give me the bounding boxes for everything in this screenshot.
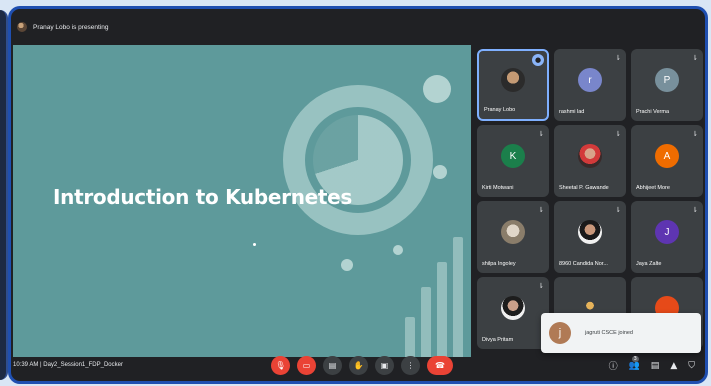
participant-name: Sheetal P. Gawande — [559, 185, 609, 191]
participant-tile[interactable]: ⇂ 8960 Candida Nor... — [554, 201, 626, 273]
slide-decoration-dot — [433, 165, 447, 179]
participant-grid: ● Pranay Lobo r ⇂ rashmi lad P ⇂ Prachi … — [477, 49, 705, 357]
mic-off-icon: ⇂ — [692, 206, 698, 214]
participant-tile[interactable]: A ⇂ Abhijeet More — [631, 125, 703, 197]
bottom-toolbar: 10:39 AM | Day2_Session1_FDP_Docker 🎙 ▭ … — [11, 351, 705, 381]
people-icon[interactable]: 3 👥 — [629, 355, 640, 371]
participant-name: shilpa Ingoley — [482, 261, 516, 267]
pin-icon[interactable]: ● — [532, 54, 544, 66]
participant-tile[interactable]: K ⇂ Kirti Motwani — [477, 125, 549, 197]
end-call-icon[interactable]: ☎ — [427, 356, 453, 375]
slide-decoration-bar — [421, 287, 431, 357]
captions-icon[interactable]: ▤ — [323, 356, 342, 375]
participant-photo — [578, 144, 602, 168]
mic-off-icon: ⇂ — [615, 206, 621, 214]
participant-name: Kirti Motwani — [482, 185, 514, 191]
presenting-banner: Pranay Lobo is presenting — [11, 9, 705, 45]
presenter-avatar — [17, 22, 27, 32]
participant-tile[interactable]: J ⇂ Jaya Zalte — [631, 201, 703, 273]
participant-name: Jaya Zalte — [636, 261, 662, 267]
participant-avatar: r — [578, 68, 602, 92]
side-controls: ⓘ 3 👥 ▤ ▲ ⛉ — [609, 355, 695, 372]
participant-photo — [578, 220, 602, 244]
participant-photo — [501, 220, 525, 244]
toast-avatar: j — [549, 322, 571, 344]
participant-photo — [501, 296, 525, 320]
mic-off-icon: ⇂ — [692, 130, 698, 138]
participant-avatar: K — [501, 144, 525, 168]
participant-name: Divya Pritam — [482, 337, 514, 343]
participant-avatar: P — [655, 68, 679, 92]
participant-name: Prachi Verma — [636, 109, 670, 115]
participant-avatar: J — [655, 220, 679, 244]
slide-decoration-dot — [341, 259, 353, 271]
mic-icon[interactable]: 🎙 — [271, 356, 290, 375]
camera-icon[interactable]: ▭ — [297, 356, 316, 375]
shared-slide: Introduction to Kubernetes — [13, 45, 471, 357]
adjacent-window-edge — [0, 10, 8, 380]
participant-tile[interactable]: r ⇂ rashmi lad — [554, 49, 626, 121]
meet-window: Pranay Lobo is presenting Introduction t… — [8, 6, 708, 384]
participant-avatar: A — [655, 144, 679, 168]
participant-tile[interactable]: ● Pranay Lobo — [477, 49, 549, 121]
participants-badge: 3 — [631, 355, 639, 362]
present-icon[interactable]: ▣ — [375, 356, 394, 375]
presenting-text: Pranay Lobo is presenting — [33, 23, 109, 31]
slide-decoration-dot — [393, 245, 403, 255]
participant-name: 8960 Candida Nor... — [559, 261, 608, 267]
meeting-info: 10:39 AM | Day2_Session1_FDP_Docker — [13, 362, 123, 368]
toast-message: jagruti CSCE joined — [585, 330, 633, 336]
mic-off-icon: ⇂ — [538, 282, 544, 290]
info-icon[interactable]: ⓘ — [609, 359, 618, 372]
participant-tile[interactable]: ⇂ shilpa Ingoley — [477, 201, 549, 273]
participant-tile[interactable]: ⇂ Divya Pritam — [477, 277, 549, 349]
shield-icon[interactable]: ⛉ — [688, 361, 695, 371]
call-controls: 🎙 ▭ ▤ ✋ ▣ ⋮ ☎ — [271, 356, 453, 375]
raise-hand-icon[interactable]: ✋ — [349, 356, 368, 375]
participant-tile[interactable]: ⇂ Sheetal P. Gawande — [554, 125, 626, 197]
mic-off-icon: ⇂ — [538, 206, 544, 214]
more-vert-icon[interactable]: ⋮ — [401, 356, 420, 375]
activities-icon[interactable]: ▲ — [670, 361, 677, 371]
join-notification: j jagruti CSCE joined — [541, 313, 701, 353]
participant-name: rashmi lad — [559, 109, 585, 115]
participant-tile[interactable]: P ⇂ Prachi Verma — [631, 49, 703, 121]
slide-decoration-bar — [437, 262, 447, 357]
chat-icon[interactable]: ▤ — [651, 361, 660, 371]
slide-title: Introduction to Kubernetes — [53, 185, 353, 209]
mic-off-icon: ⇂ — [615, 130, 621, 138]
participant-name: Pranay Lobo — [484, 107, 516, 113]
slide-decoration-dot — [423, 75, 451, 103]
mic-off-icon: ⇂ — [615, 54, 621, 62]
mic-off-icon: ⇂ — [692, 54, 698, 62]
slide-decoration-bar — [453, 237, 463, 357]
pointer-dot — [253, 243, 256, 246]
participant-photo — [501, 68, 525, 92]
mic-off-icon: ⇂ — [538, 130, 544, 138]
participant-name: Abhijeet More — [636, 185, 670, 191]
